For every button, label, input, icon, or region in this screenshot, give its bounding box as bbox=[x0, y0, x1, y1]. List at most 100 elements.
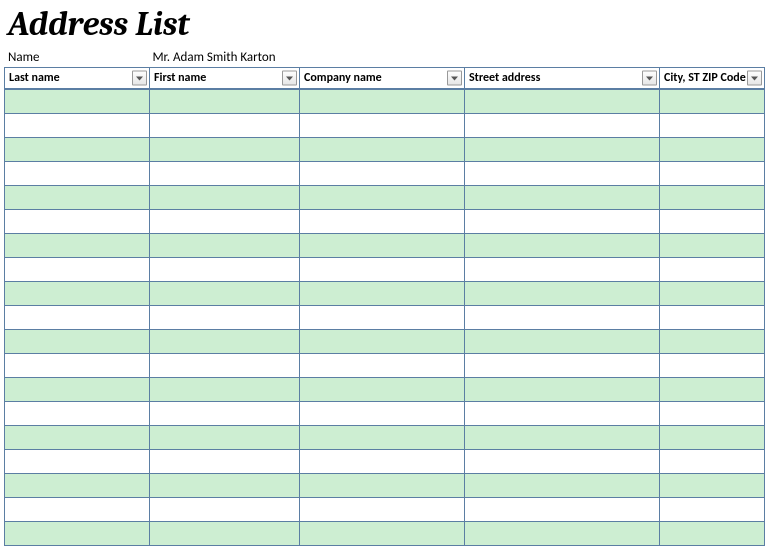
table-cell[interactable] bbox=[465, 89, 660, 113]
table-row[interactable] bbox=[5, 185, 765, 209]
table-cell[interactable] bbox=[300, 161, 465, 185]
table-cell[interactable] bbox=[5, 209, 150, 233]
table-cell[interactable] bbox=[150, 305, 300, 329]
table-cell[interactable] bbox=[5, 185, 150, 209]
table-cell[interactable] bbox=[660, 329, 765, 353]
table-row[interactable] bbox=[5, 161, 765, 185]
table-cell[interactable] bbox=[660, 185, 765, 209]
table-cell[interactable] bbox=[5, 137, 150, 161]
table-cell[interactable] bbox=[465, 257, 660, 281]
table-cell[interactable] bbox=[300, 401, 465, 425]
table-cell[interactable] bbox=[300, 425, 465, 449]
table-cell[interactable] bbox=[5, 497, 150, 521]
table-cell[interactable] bbox=[465, 137, 660, 161]
table-cell[interactable] bbox=[300, 113, 465, 137]
table-cell[interactable] bbox=[465, 497, 660, 521]
table-cell[interactable] bbox=[150, 377, 300, 401]
table-row[interactable] bbox=[5, 305, 765, 329]
table-cell[interactable] bbox=[150, 281, 300, 305]
table-cell[interactable] bbox=[150, 329, 300, 353]
filter-dropdown-icon[interactable] bbox=[132, 71, 147, 86]
table-cell[interactable] bbox=[5, 89, 150, 113]
table-cell[interactable] bbox=[300, 185, 465, 209]
table-cell[interactable] bbox=[5, 449, 150, 473]
table-cell[interactable] bbox=[660, 401, 765, 425]
table-cell[interactable] bbox=[660, 305, 765, 329]
table-cell[interactable] bbox=[300, 521, 465, 545]
table-cell[interactable] bbox=[465, 113, 660, 137]
table-cell[interactable] bbox=[465, 521, 660, 545]
table-cell[interactable] bbox=[660, 449, 765, 473]
table-cell[interactable] bbox=[660, 233, 765, 257]
col-header-city-st-zip[interactable]: City, ST ZIP Code bbox=[660, 68, 765, 90]
table-cell[interactable] bbox=[5, 473, 150, 497]
table-cell[interactable] bbox=[5, 377, 150, 401]
table-cell[interactable] bbox=[5, 521, 150, 545]
table-cell[interactable] bbox=[300, 449, 465, 473]
table-cell[interactable] bbox=[660, 497, 765, 521]
table-cell[interactable] bbox=[150, 473, 300, 497]
table-cell[interactable] bbox=[300, 209, 465, 233]
table-cell[interactable] bbox=[465, 233, 660, 257]
table-cell[interactable] bbox=[5, 161, 150, 185]
table-cell[interactable] bbox=[465, 353, 660, 377]
table-cell[interactable] bbox=[300, 281, 465, 305]
table-row[interactable] bbox=[5, 353, 765, 377]
table-row[interactable] bbox=[5, 449, 765, 473]
table-cell[interactable] bbox=[5, 425, 150, 449]
table-cell[interactable] bbox=[5, 401, 150, 425]
table-cell[interactable] bbox=[660, 113, 765, 137]
table-cell[interactable] bbox=[465, 209, 660, 233]
table-cell[interactable] bbox=[465, 425, 660, 449]
table-cell[interactable] bbox=[465, 473, 660, 497]
table-cell[interactable] bbox=[150, 209, 300, 233]
table-row[interactable] bbox=[5, 257, 765, 281]
filter-dropdown-icon[interactable] bbox=[642, 71, 657, 86]
table-cell[interactable] bbox=[150, 113, 300, 137]
table-row[interactable] bbox=[5, 281, 765, 305]
table-cell[interactable] bbox=[465, 161, 660, 185]
col-header-street-address[interactable]: Street address bbox=[465, 68, 660, 90]
table-row[interactable] bbox=[5, 209, 765, 233]
table-cell[interactable] bbox=[465, 377, 660, 401]
table-row[interactable] bbox=[5, 137, 765, 161]
table-row[interactable] bbox=[5, 233, 765, 257]
table-cell[interactable] bbox=[300, 89, 465, 113]
table-row[interactable] bbox=[5, 377, 765, 401]
table-cell[interactable] bbox=[150, 353, 300, 377]
table-cell[interactable] bbox=[5, 305, 150, 329]
table-cell[interactable] bbox=[660, 89, 765, 113]
table-cell[interactable] bbox=[150, 89, 300, 113]
table-cell[interactable] bbox=[150, 425, 300, 449]
table-cell[interactable] bbox=[150, 449, 300, 473]
filter-dropdown-icon[interactable] bbox=[447, 71, 462, 86]
table-cell[interactable] bbox=[150, 161, 300, 185]
table-cell[interactable] bbox=[660, 473, 765, 497]
table-row[interactable] bbox=[5, 497, 765, 521]
table-cell[interactable] bbox=[5, 233, 150, 257]
table-cell[interactable] bbox=[660, 377, 765, 401]
table-cell[interactable] bbox=[660, 521, 765, 545]
table-row[interactable] bbox=[5, 113, 765, 137]
table-cell[interactable] bbox=[465, 281, 660, 305]
table-cell[interactable] bbox=[5, 257, 150, 281]
table-cell[interactable] bbox=[660, 281, 765, 305]
table-cell[interactable] bbox=[300, 377, 465, 401]
table-cell[interactable] bbox=[300, 329, 465, 353]
table-cell[interactable] bbox=[660, 137, 765, 161]
table-cell[interactable] bbox=[300, 233, 465, 257]
table-cell[interactable] bbox=[300, 305, 465, 329]
table-cell[interactable] bbox=[300, 257, 465, 281]
table-cell[interactable] bbox=[150, 137, 300, 161]
table-cell[interactable] bbox=[5, 353, 150, 377]
table-cell[interactable] bbox=[150, 497, 300, 521]
table-cell[interactable] bbox=[150, 233, 300, 257]
col-header-last-name[interactable]: Last name bbox=[5, 68, 150, 90]
table-cell[interactable] bbox=[300, 137, 465, 161]
table-cell[interactable] bbox=[5, 113, 150, 137]
table-cell[interactable] bbox=[5, 329, 150, 353]
col-header-first-name[interactable]: First name bbox=[150, 68, 300, 90]
table-cell[interactable] bbox=[465, 329, 660, 353]
table-cell[interactable] bbox=[465, 449, 660, 473]
table-cell[interactable] bbox=[5, 281, 150, 305]
